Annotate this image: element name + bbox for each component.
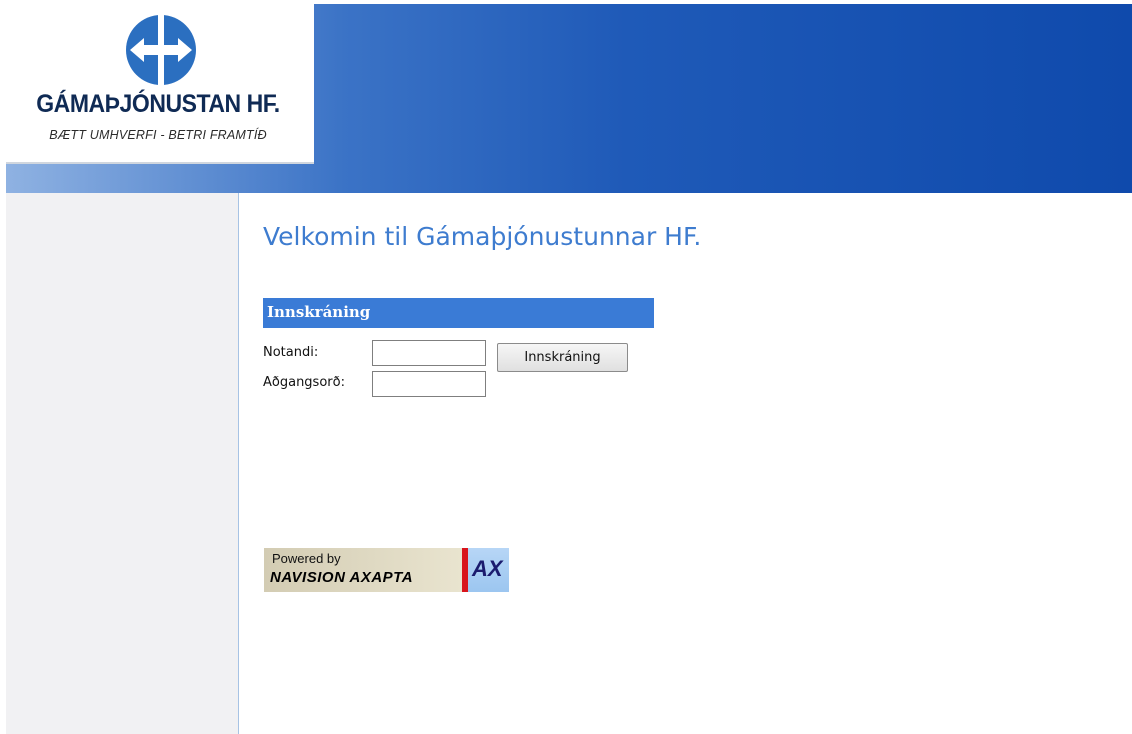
double-arrow-circle-logo-icon xyxy=(126,14,196,86)
badge-product-name: NAVISION AXAPTA xyxy=(270,569,414,586)
username-input[interactable] xyxy=(372,340,486,366)
company-tagline: BÆTT UMHVERFI - BETRI FRAMTÍÐ xyxy=(49,128,267,142)
company-logo: GÁMAÞJÓNUSTAN HF. BÆTT UMHVERFI - BETRI … xyxy=(6,4,314,162)
password-input[interactable] xyxy=(372,371,486,397)
login-button[interactable]: Innskráning xyxy=(497,343,628,372)
username-label: Notandi: xyxy=(263,345,319,360)
sidebar xyxy=(6,193,239,734)
login-section-header: Innskráning xyxy=(263,298,654,328)
badge-ax-text: AX xyxy=(472,556,503,581)
page-title: Velkomin til Gámaþjónustunnar HF. xyxy=(263,222,702,251)
login-section-title: Innskráning xyxy=(267,303,371,321)
badge-powered-text: Powered by xyxy=(272,551,341,566)
powered-by-badge: Powered by NAVISION AXAPTA AX xyxy=(264,548,509,592)
company-name: GÁMAÞJÓNUSTAN HF. xyxy=(36,90,280,118)
password-label: Aðgangsorð: xyxy=(263,375,345,390)
